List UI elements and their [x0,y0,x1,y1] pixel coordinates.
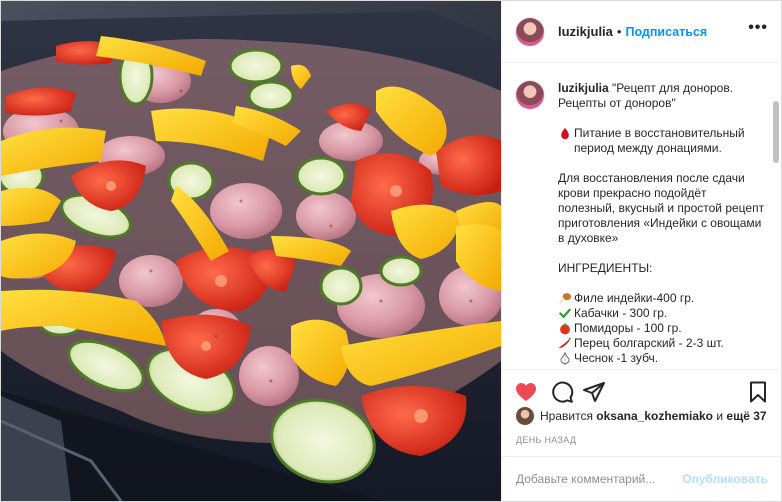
ingredient-text: Филе индейки-400 гр. [574,291,695,305]
ingredient-item: Чеснок -1 зубч. [558,351,766,366]
post-side-panel: luzikjulia • Подписаться ••• luzikjulia … [501,1,782,501]
post-timestamp[interactable]: ДЕНЬ НАЗАД [516,435,576,445]
avatar[interactable] [516,17,544,46]
liker-username[interactable]: oksana_kozhemiako [596,409,713,423]
ingredient-item: Кабачки - 300 гр. [558,306,766,321]
ingredient-text: Перец болгарский - 2-3 шт. [574,336,724,350]
post-caption: luzikjulia "Рецепт для доноров. Рецепты … [558,81,766,366]
check-mark-icon [559,308,571,319]
poultry-leg-icon [559,293,572,304]
post-photo[interactable] [1,1,501,501]
caption-scrollbar[interactable] [773,67,779,367]
caption-paragraph-2: Для восстановления после сдачи крови пре… [558,171,768,245]
post-header: luzikjulia • Подписаться ••• [502,1,782,63]
post-author-username[interactable]: luzikjulia [558,24,613,39]
separator-dot: • [616,24,622,39]
ingredient-item: Помидоры - 100 гр. [558,321,766,336]
post-dialog: luzikjulia • Подписаться ••• luzikjulia … [0,0,782,502]
ingredient-text: Помидоры - 100 гр. [574,321,682,335]
likes-prefix: Нравится [540,409,593,423]
comment-input[interactable] [516,472,683,486]
likes-more-link[interactable]: ещё 37 [726,409,766,423]
caption-username[interactable]: luzikjulia [558,81,609,95]
caption-paragraph-1-text: Питание в восстановительный период между… [574,126,745,155]
likes-middle: и [716,409,724,423]
hot-pepper-icon [559,337,572,349]
ingredient-text: Чеснок -1 зубч. [574,351,659,365]
comment-form: Опубликовать [502,456,782,501]
garlic-icon [560,352,570,365]
avatar[interactable] [516,407,534,425]
ingredient-text: Кабачки - 300 гр. [574,306,668,320]
ingredient-item: Перец болгарский - 2-3 шт. [558,336,766,351]
likes-summary: Нравится oksana_kozhemiako и ещё 37 [516,407,767,425]
avatar[interactable] [516,81,544,109]
food-tray-image [1,1,501,501]
comment-icon[interactable] [550,380,574,404]
caption-title-line: luzikjulia "Рецепт для доноров. Рецепты … [558,81,766,111]
ingredients-heading: ИНГРЕДИЕНТЫ: [558,261,653,275]
scrollbar-thumb[interactable] [773,101,779,163]
blood-drop-icon [561,127,569,140]
caption-scroll-area[interactable]: luzikjulia "Рецепт для доноров. Рецепты … [502,64,782,369]
tomato-icon [560,322,570,335]
publish-button[interactable]: Опубликовать [682,472,768,486]
bookmark-icon[interactable] [746,380,770,404]
ingredient-item: Филе индейки-400 гр. [558,291,766,306]
caption-paragraph-1: Питание в восстановительный период между… [558,126,766,156]
more-options-icon[interactable]: ••• [748,20,768,36]
follow-button[interactable]: Подписаться [625,25,707,39]
heart-filled-icon[interactable] [514,380,538,404]
paper-plane-icon[interactable] [582,380,606,404]
